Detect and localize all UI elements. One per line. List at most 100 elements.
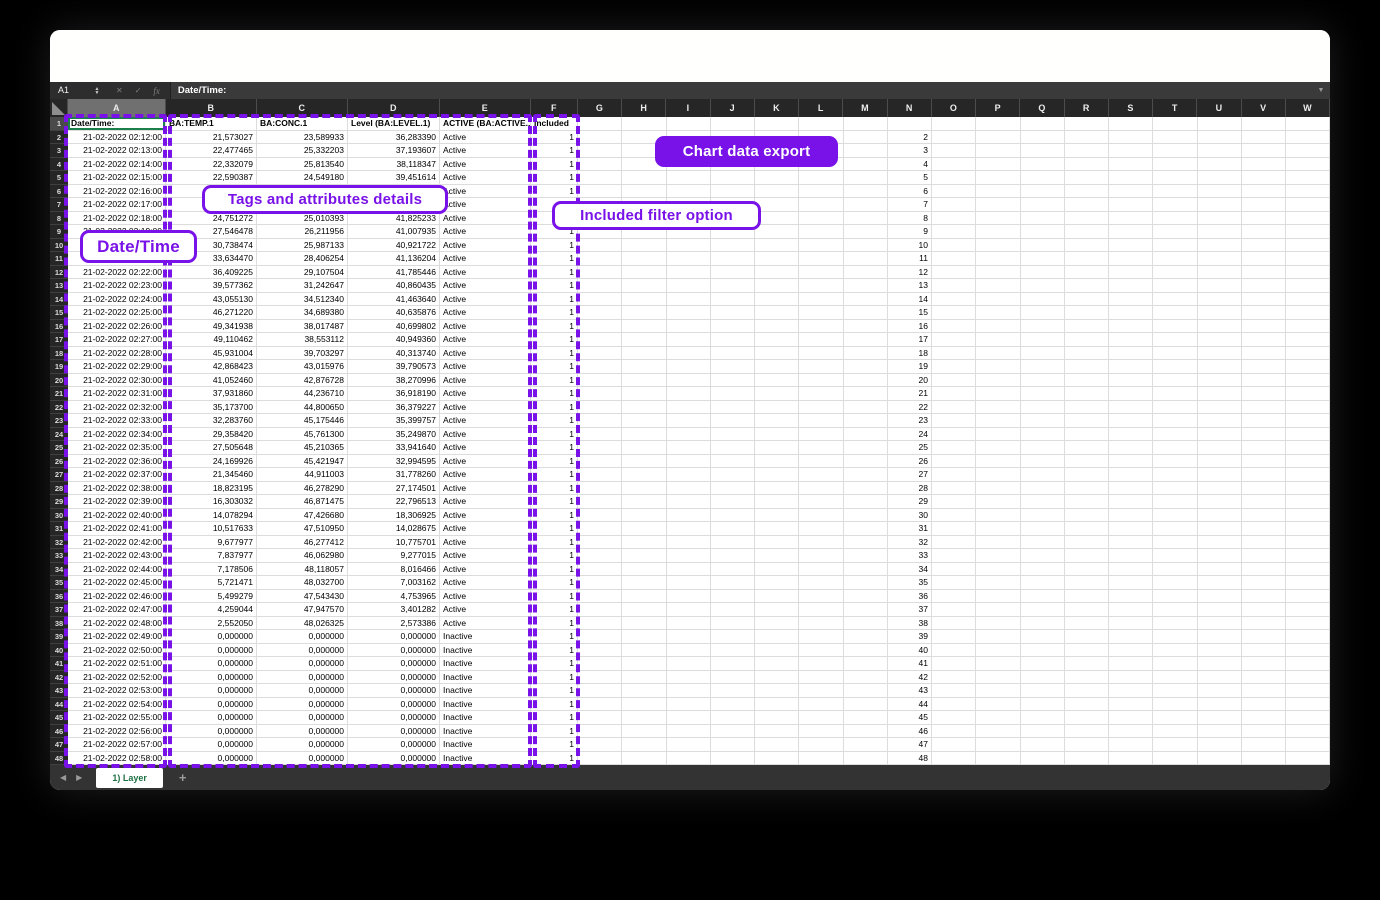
cell-P26[interactable] [976, 455, 1020, 469]
cell-C3[interactable]: 25,332203 [257, 144, 348, 158]
cell-E45[interactable]: Inactive [440, 711, 531, 725]
cell-F19[interactable]: 1 [531, 360, 578, 374]
row-header-19[interactable]: 19 [50, 360, 68, 374]
cell-W23[interactable] [1286, 414, 1330, 428]
cell-K34[interactable] [755, 563, 799, 577]
column-header-L[interactable]: L [799, 99, 843, 117]
cell-V16[interactable] [1242, 320, 1286, 334]
cell-D47[interactable]: 0,000000 [348, 738, 440, 752]
cell-Q45[interactable] [1021, 711, 1065, 725]
cell-U5[interactable] [1198, 171, 1242, 185]
cell-O23[interactable] [932, 414, 976, 428]
cell-A12[interactable]: 21-02-2022 02:22:00 [68, 266, 166, 280]
cell-V14[interactable] [1242, 293, 1286, 307]
cell-G41[interactable] [578, 657, 622, 671]
cell-L43[interactable] [799, 684, 843, 698]
cell-D14[interactable]: 41,463640 [348, 293, 440, 307]
cell-B22[interactable]: 35,173700 [166, 401, 257, 415]
cell-C20[interactable]: 42,876728 [257, 374, 348, 388]
cell-N33[interactable]: 33 [888, 549, 932, 563]
column-header-U[interactable]: U [1197, 99, 1241, 117]
cell-B39[interactable]: 0,000000 [166, 630, 257, 644]
cell-M9[interactable] [844, 225, 888, 239]
cell-V33[interactable] [1242, 549, 1286, 563]
cell-M12[interactable] [844, 266, 888, 280]
cell-H17[interactable] [622, 333, 666, 347]
cell-U38[interactable] [1198, 617, 1242, 631]
cell-K7[interactable] [755, 198, 799, 212]
cell-D19[interactable]: 39,790573 [348, 360, 440, 374]
cell-N10[interactable]: 10 [888, 239, 932, 253]
cell-U46[interactable] [1198, 725, 1242, 739]
cell-E40[interactable]: Inactive [440, 644, 531, 658]
cell-Q26[interactable] [1021, 455, 1065, 469]
cell-H34[interactable] [622, 563, 666, 577]
cell-W22[interactable] [1286, 401, 1330, 415]
cell-P20[interactable] [976, 374, 1020, 388]
cell-G22[interactable] [578, 401, 622, 415]
cell-N25[interactable]: 25 [888, 441, 932, 455]
cell-M24[interactable] [844, 428, 888, 442]
select-all-corner[interactable] [50, 99, 68, 117]
cell-L23[interactable] [799, 414, 843, 428]
row-header-20[interactable]: 20 [50, 374, 68, 388]
cell-K45[interactable] [755, 711, 799, 725]
cell-N36[interactable]: 36 [888, 590, 932, 604]
cell-C24[interactable]: 45,761300 [257, 428, 348, 442]
cell-J13[interactable] [711, 279, 755, 293]
cell-L38[interactable] [799, 617, 843, 631]
cell-F32[interactable]: 1 [531, 536, 578, 550]
cell-V27[interactable] [1242, 468, 1286, 482]
cell-B15[interactable]: 46,271220 [166, 306, 257, 320]
cell-W9[interactable] [1286, 225, 1330, 239]
cell-Q6[interactable] [1021, 185, 1065, 199]
cell-B3[interactable]: 22,477465 [166, 144, 257, 158]
cell-M37[interactable] [844, 603, 888, 617]
cell-U27[interactable] [1198, 468, 1242, 482]
cell-K28[interactable] [755, 482, 799, 496]
cell-W37[interactable] [1286, 603, 1330, 617]
cell-J28[interactable] [711, 482, 755, 496]
cell-W31[interactable] [1286, 522, 1330, 536]
cell-C42[interactable]: 0,000000 [257, 671, 348, 685]
cell-U8[interactable] [1198, 212, 1242, 226]
cell-H18[interactable] [622, 347, 666, 361]
column-header-C[interactable]: C [257, 99, 348, 117]
cell-B28[interactable]: 18,823195 [166, 482, 257, 496]
cell-C25[interactable]: 45,210365 [257, 441, 348, 455]
cell-V44[interactable] [1242, 698, 1286, 712]
cell-R45[interactable] [1065, 711, 1109, 725]
cell-M45[interactable] [844, 711, 888, 725]
cell-D43[interactable]: 0,000000 [348, 684, 440, 698]
cell-W15[interactable] [1286, 306, 1330, 320]
cell-T38[interactable] [1153, 617, 1197, 631]
cell-D42[interactable]: 0,000000 [348, 671, 440, 685]
cell-B1[interactable]: BA:TEMP.1 [166, 117, 257, 131]
cell-M20[interactable] [844, 374, 888, 388]
cell-G5[interactable] [578, 171, 622, 185]
row-header-13[interactable]: 13 [50, 279, 68, 293]
cell-C37[interactable]: 47,947570 [257, 603, 348, 617]
cell-E2[interactable]: Active [440, 131, 531, 145]
cell-G42[interactable] [578, 671, 622, 685]
cell-R7[interactable] [1065, 198, 1109, 212]
cell-P7[interactable] [976, 198, 1020, 212]
cell-W18[interactable] [1286, 347, 1330, 361]
cell-V11[interactable] [1242, 252, 1286, 266]
cell-T23[interactable] [1153, 414, 1197, 428]
cell-J18[interactable] [711, 347, 755, 361]
cell-F2[interactable]: 1 [531, 131, 578, 145]
cell-Q30[interactable] [1021, 509, 1065, 523]
cell-N45[interactable]: 45 [888, 711, 932, 725]
cell-C14[interactable]: 34,512340 [257, 293, 348, 307]
cell-R11[interactable] [1065, 252, 1109, 266]
cell-D44[interactable]: 0,000000 [348, 698, 440, 712]
cell-G32[interactable] [578, 536, 622, 550]
cell-O6[interactable] [932, 185, 976, 199]
cell-C22[interactable]: 44,800650 [257, 401, 348, 415]
cell-R23[interactable] [1065, 414, 1109, 428]
cell-Q18[interactable] [1021, 347, 1065, 361]
cell-R2[interactable] [1065, 131, 1109, 145]
cell-D38[interactable]: 2,573386 [348, 617, 440, 631]
cell-O17[interactable] [932, 333, 976, 347]
